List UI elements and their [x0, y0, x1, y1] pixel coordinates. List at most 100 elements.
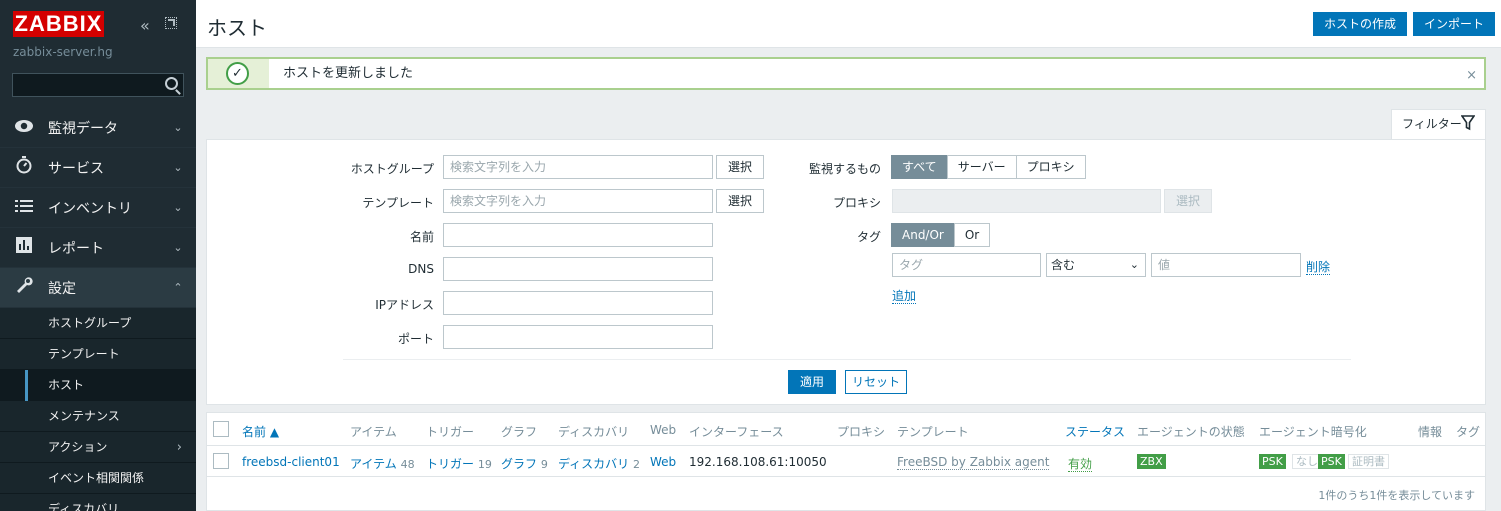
- port-input[interactable]: [443, 325, 713, 349]
- menu-label: サービス: [48, 160, 104, 177]
- name-label: 名前: [409, 230, 434, 244]
- tag-operator-or[interactable]: Or: [953, 223, 991, 247]
- tag-value-input[interactable]: 値: [1151, 253, 1301, 277]
- menu-configuration[interactable]: 設定 ⌃: [0, 268, 196, 308]
- triggers-link[interactable]: トリガー: [426, 457, 474, 471]
- chevron-down-icon: ⌄: [1129, 258, 1139, 271]
- row-divider: [207, 476, 1485, 477]
- encryption-psk-badge: PSK: [1259, 454, 1286, 469]
- chevron-down-icon: ⌄: [173, 201, 183, 214]
- menu-reports[interactable]: レポート ⌄: [0, 228, 196, 268]
- submenu-item-event-correlation[interactable]: イベント相関関係: [0, 463, 196, 494]
- template-input[interactable]: 検索文字列を入力: [443, 189, 713, 213]
- web-link[interactable]: Web: [650, 455, 676, 469]
- hosts-table: 名前 ▲ アイテム トリガー グラフ ディスカバリ Web インターフェース プ…: [206, 412, 1486, 511]
- row-checkbox[interactable]: [213, 453, 229, 469]
- menu-monitoring[interactable]: 監視データ ⌄: [0, 108, 196, 148]
- status-cell: 有効: [1068, 455, 1093, 472]
- items-link[interactable]: アイテム: [350, 457, 397, 471]
- column-name[interactable]: 名前 ▲: [242, 423, 279, 440]
- tag-input[interactable]: タグ: [892, 253, 1041, 277]
- host-group-input[interactable]: 検索文字列を入力: [443, 155, 713, 179]
- column-proxy: プロキシ: [837, 425, 886, 439]
- discovery-link[interactable]: ディスカバリ: [558, 457, 629, 471]
- reset-button[interactable]: リセット: [845, 370, 907, 394]
- triggers-count: 19: [477, 458, 492, 471]
- column-triggers: トリガー: [426, 425, 475, 439]
- triggers-cell: トリガー 19: [426, 455, 492, 472]
- template-link[interactable]: FreeBSD by Zabbix agent: [897, 455, 1050, 470]
- filter-tab[interactable]: フィルター: [1391, 109, 1486, 140]
- monitored-by-all[interactable]: すべて: [891, 155, 948, 179]
- collapse-sidebar-icon[interactable]: «: [140, 16, 150, 35]
- success-message: ✓ ホストを更新しました ×: [206, 57, 1486, 90]
- monitored-by-server[interactable]: サーバー: [946, 155, 1017, 179]
- discovery-cell: ディスカバリ 2: [558, 455, 640, 472]
- host-group-label: ホストグループ: [350, 162, 434, 176]
- menu-services[interactable]: サービス ⌄: [0, 148, 196, 188]
- submenu-item-host-groups[interactable]: ホストグループ: [0, 308, 196, 339]
- stopwatch-icon: [0, 156, 48, 179]
- list-icon: [0, 197, 48, 218]
- agent-zbx-badge: ZBX: [1137, 454, 1166, 469]
- submenu-item-actions[interactable]: アクション ›: [0, 432, 196, 463]
- kiosk-mode-icon[interactable]: [165, 17, 177, 29]
- tag-operator-segmented: And/Or Or: [891, 223, 991, 247]
- close-icon[interactable]: ×: [1466, 61, 1477, 90]
- page-header: ホスト ホストの作成 インポート: [196, 0, 1501, 48]
- add-tag-link[interactable]: 追加: [892, 289, 917, 304]
- filter-divider: [343, 359, 1351, 360]
- submenu-label: アクション: [48, 440, 108, 454]
- message-icon-area: ✓: [208, 59, 269, 88]
- monitored-by-proxy[interactable]: プロキシ: [1015, 155, 1086, 179]
- column-templates: テンプレート: [897, 425, 969, 439]
- funnel-icon: [1461, 115, 1475, 131]
- status-toggle[interactable]: 有効: [1068, 457, 1093, 472]
- chevron-down-icon: ⌄: [173, 121, 183, 134]
- sidebar: ZABBIX « zabbix-server.hg 監視データ ⌄ サービス ⌄…: [0, 0, 196, 511]
- zabbix-logo[interactable]: ZABBIX: [13, 11, 104, 37]
- port-label: ポート: [397, 332, 434, 346]
- sidebar-search-input[interactable]: [12, 73, 184, 97]
- server-name: zabbix-server.hg: [13, 45, 113, 59]
- bar-chart-icon: [0, 237, 48, 258]
- chevron-down-icon: ⌄: [173, 161, 183, 174]
- filter-panel: ホストグループ 検索文字列を入力 選択 テンプレート 検索文字列を入力 選択 名…: [206, 139, 1486, 405]
- column-graphs: グラフ: [501, 425, 538, 439]
- add-tag-link-wrap: 追加: [892, 287, 917, 304]
- submenu-item-templates[interactable]: テンプレート: [0, 339, 196, 370]
- submenu-item-maintenance[interactable]: メンテナンス: [0, 401, 196, 432]
- create-host-button[interactable]: ホストの作成: [1313, 12, 1408, 36]
- header-divider: [207, 445, 1485, 446]
- column-items: アイテム: [350, 425, 397, 439]
- menu-label: インベントリ: [48, 200, 132, 217]
- column-info: 情報: [1418, 425, 1443, 439]
- name-input[interactable]: [443, 223, 713, 247]
- menu-inventory[interactable]: インベントリ ⌄: [0, 188, 196, 228]
- submenu-item-hosts[interactable]: ホスト: [0, 370, 196, 401]
- template-cell: FreeBSD by Zabbix agent: [897, 455, 1050, 470]
- check-circle-icon: ✓: [226, 62, 249, 85]
- ip-input[interactable]: [443, 291, 713, 315]
- submenu-item-discovery[interactable]: ディスカバリ: [0, 494, 196, 511]
- select-all-checkbox[interactable]: [213, 421, 229, 437]
- encryption-cert-badge: 証明書: [1348, 454, 1389, 469]
- menu-label: 監視データ: [48, 120, 118, 137]
- column-tags: タグ: [1456, 425, 1481, 439]
- search-icon[interactable]: [165, 77, 178, 90]
- remove-tag-link[interactable]: 削除: [1306, 260, 1331, 275]
- dns-input[interactable]: [443, 257, 713, 281]
- monitored-by-label: 監視するもの: [808, 162, 881, 176]
- items-cell: アイテム 48: [350, 455, 415, 472]
- column-agent-status: エージェントの状態: [1137, 425, 1245, 439]
- tag-operator-and-or[interactable]: And/Or: [891, 223, 955, 247]
- proxy-select-button: 選択: [1164, 189, 1212, 213]
- tag-condition-select[interactable]: 含む ⌄: [1046, 253, 1146, 277]
- host-name-link[interactable]: freebsd-client01: [242, 455, 340, 469]
- graphs-link[interactable]: グラフ: [501, 457, 537, 471]
- tag-condition-value: 含む: [1051, 258, 1076, 272]
- column-status[interactable]: ステータス: [1065, 423, 1125, 440]
- apply-button[interactable]: 適用: [788, 370, 836, 394]
- import-button[interactable]: インポート: [1413, 12, 1496, 36]
- column-agent-encryption: エージェント暗号化: [1259, 425, 1367, 439]
